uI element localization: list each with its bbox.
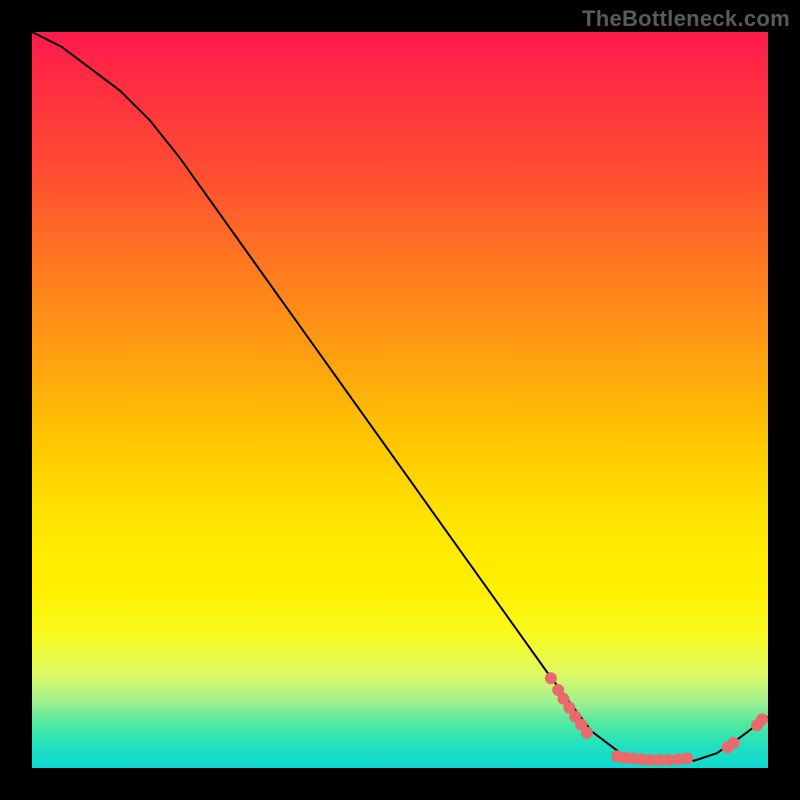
data-point [756,713,768,725]
bottleneck-curve [32,32,768,761]
curve-line [32,32,768,761]
plot-area [32,32,768,768]
data-point [581,727,593,739]
data-points [545,672,768,766]
data-point [681,752,693,764]
data-point [727,737,739,749]
chart-container: TheBottleneck.com [0,0,800,800]
watermark-text: TheBottleneck.com [582,6,790,32]
data-point [545,672,557,684]
chart-svg [32,32,768,768]
